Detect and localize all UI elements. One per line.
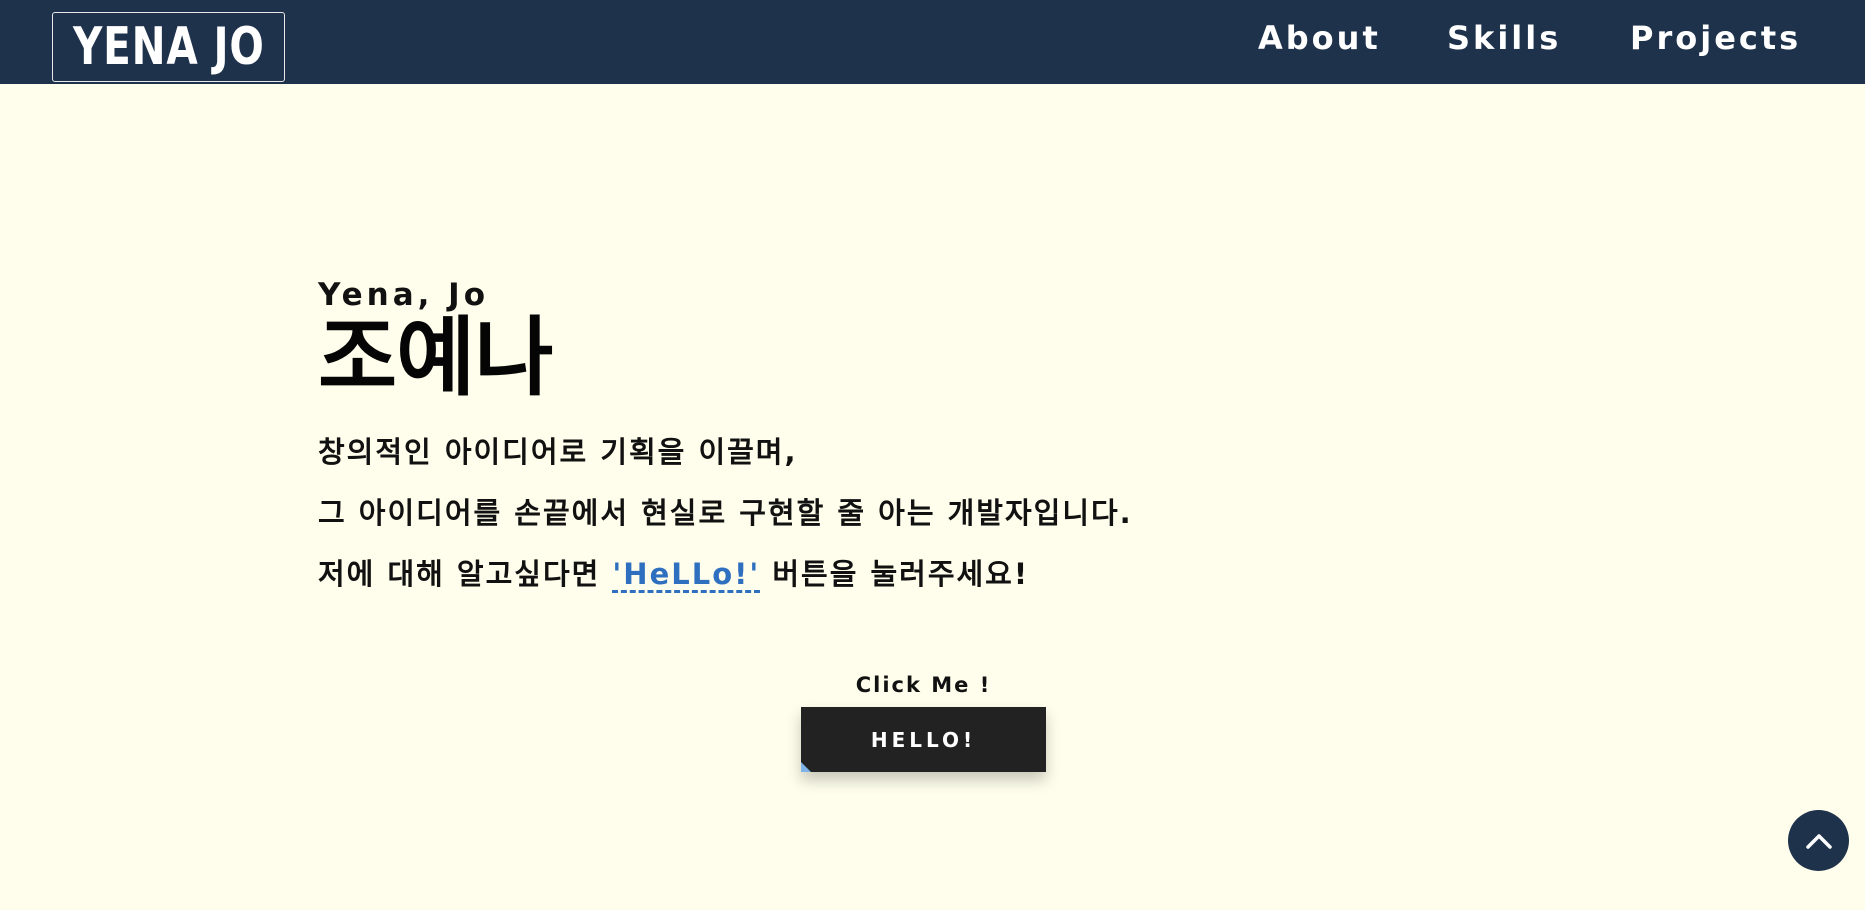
nav-skills[interactable]: Skills <box>1447 18 1561 58</box>
name-english: Yena, Jo <box>318 277 490 313</box>
logo-text: YENA JO <box>72 17 265 77</box>
hello-button[interactable]: HELLO! <box>801 707 1046 772</box>
intro-line-3-suffix: 버튼을 눌러주세요! <box>760 557 1030 591</box>
hello-button-label: HELLO! <box>870 727 977 752</box>
intro-line-3: 저에 대해 알고싶다면 'HeLLo!' 버튼을 눌러주세요! <box>318 544 1133 605</box>
button-corner-accent <box>801 762 811 772</box>
click-me-label: Click Me ! <box>855 673 992 697</box>
scroll-top-button[interactable] <box>1788 810 1849 871</box>
nav-about[interactable]: About <box>1258 18 1381 58</box>
chevron-up-icon <box>1805 833 1832 849</box>
intro-section: Yena, Jo 조예나 창의적인 아이디어로 기획을 이끌며, 그 아이디어를… <box>318 278 1133 605</box>
intro-line-3-prefix: 저에 대해 알고싶다면 <box>318 557 613 591</box>
logo[interactable]: YENA JO <box>52 12 285 82</box>
navbar: YENA JO About Skills Projects <box>0 0 1865 84</box>
intro-description: 창의적인 아이디어로 기획을 이끌며, 그 아이디어를 손끝에서 현실로 구현할… <box>318 422 1133 605</box>
nav-projects[interactable]: Projects <box>1630 18 1801 58</box>
intro-line-2: 그 아이디어를 손끝에서 현실로 구현할 줄 아는 개발자입니다. <box>318 496 1133 530</box>
name-korean: 조예나 <box>318 308 553 408</box>
hello-link[interactable]: 'HeLLo!' <box>612 557 760 591</box>
intro-line-1: 창의적인 아이디어로 기획을 이끌며, <box>318 435 798 469</box>
